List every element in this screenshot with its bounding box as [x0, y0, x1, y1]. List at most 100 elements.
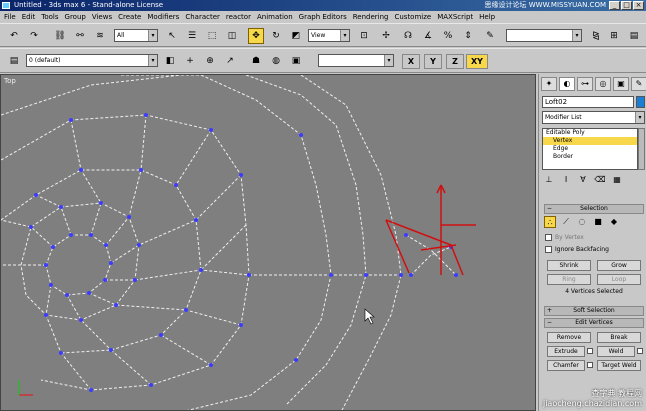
edit-vertices-rollout-header[interactable]: − Edit Vertices — [544, 318, 644, 328]
stack-item-editable-poly[interactable]: Editable Poly — [543, 129, 637, 137]
menu-customize[interactable]: Customize — [394, 11, 431, 23]
bind-space-warp-icon[interactable]: ≋ — [92, 28, 108, 44]
menu-edit[interactable]: Edit — [22, 11, 36, 23]
layer-manager-icon[interactable]: ▤ — [626, 28, 642, 44]
select-and-scale-icon[interactable]: ◩ — [288, 28, 304, 44]
edge-mode-icon[interactable]: ⟋ — [560, 216, 572, 228]
select-and-manipulate-icon[interactable]: ✢ — [378, 28, 394, 44]
motion-tab-icon[interactable]: ◎ — [595, 77, 611, 91]
reference-coordinate-dropdown[interactable]: View — [308, 29, 350, 42]
close-button[interactable]: × — [633, 1, 644, 10]
viewport-top[interactable]: Top — [0, 74, 536, 411]
spinner-snap-icon[interactable]: ⇕ — [460, 28, 476, 44]
select-in-layer-icon[interactable]: ↗ — [222, 53, 238, 69]
break-button[interactable]: Break — [597, 332, 641, 343]
selection-rollout-header[interactable]: − Selection — [544, 204, 644, 214]
undo-icon[interactable]: ↶ — [6, 28, 22, 44]
select-and-rotate-icon[interactable]: ↻ — [268, 28, 284, 44]
angle-snap-icon[interactable]: ∡ — [420, 28, 436, 44]
shrink-button[interactable]: Shrink — [547, 260, 591, 271]
mirror-icon[interactable]: ⧎ — [588, 28, 604, 44]
stack-scrollbar[interactable] — [638, 128, 645, 170]
extrude-button[interactable]: Extrude — [547, 346, 585, 357]
stack-item-border[interactable]: Border — [543, 153, 637, 161]
menu-character[interactable]: Character — [185, 11, 220, 23]
extrude-settings-button[interactable] — [587, 348, 593, 354]
axis-z-button[interactable]: Z — [446, 54, 464, 69]
hierarchy-tab-icon[interactable]: ⊶ — [577, 77, 593, 91]
configure-sets-icon[interactable]: ▦ — [611, 174, 623, 186]
menu-graph-editors[interactable]: Graph Editors — [299, 11, 347, 23]
named-selection-dropdown[interactable] — [506, 29, 582, 42]
menu-animation[interactable]: Animation — [257, 11, 293, 23]
pivot-center-icon[interactable]: ⊡ — [356, 28, 372, 44]
select-object-icon[interactable]: ↖ — [164, 28, 180, 44]
menu-group[interactable]: Group — [65, 11, 86, 23]
stack-item-edge[interactable]: Edge — [543, 145, 637, 153]
edit-named-selection-icon[interactable]: ✎ — [482, 28, 498, 44]
redo-icon[interactable]: ↷ — [26, 28, 42, 44]
display-tab-icon[interactable]: ▣ — [613, 77, 629, 91]
quick-render-icon[interactable]: ◍ — [268, 53, 284, 69]
pin-stack-icon[interactable]: ⊥ — [543, 174, 555, 186]
unlink-icon[interactable]: ⚯ — [72, 28, 88, 44]
border-mode-icon[interactable]: ◌ — [576, 216, 588, 228]
show-end-result-icon[interactable]: Ⅰ — [560, 174, 572, 186]
vertex-mode-icon[interactable]: ∴ — [544, 216, 556, 228]
stack-item-vertex[interactable]: Vertex — [543, 137, 637, 145]
menu-reactor[interactable]: reactor — [226, 11, 251, 23]
by-vertex-checkbox[interactable]: By Vertex — [545, 234, 584, 241]
object-color-swatch[interactable] — [636, 96, 645, 108]
select-and-move-icon[interactable]: ✥ — [248, 28, 264, 44]
loop-button[interactable]: Loop — [597, 274, 641, 285]
axis-xy-button[interactable]: XY — [466, 54, 488, 69]
select-by-name-icon[interactable]: ☰ — [184, 28, 200, 44]
grow-button[interactable]: Grow — [597, 260, 641, 271]
menu-rendering[interactable]: Rendering — [353, 11, 389, 23]
weld-button[interactable]: Weld — [597, 346, 635, 357]
link-icon[interactable]: ⛓ — [52, 28, 68, 44]
modifier-stack[interactable]: Editable Poly Vertex Edge Border — [542, 128, 638, 170]
add-to-layer-icon[interactable]: ⊕ — [202, 53, 218, 69]
snap-toggle-icon[interactable]: ☊ — [400, 28, 416, 44]
rectangular-selection-icon[interactable]: ⬚ — [204, 28, 220, 44]
menu-modifiers[interactable]: Modifiers — [147, 11, 179, 23]
target-weld-button[interactable]: Target Weld — [597, 360, 641, 371]
create-layer-icon[interactable]: + — [182, 53, 198, 69]
align-icon[interactable]: ⊞ — [606, 28, 622, 44]
minimize-button[interactable]: _ — [609, 1, 620, 10]
axis-x-button[interactable]: X — [402, 54, 420, 69]
make-unique-icon[interactable]: ∀ — [577, 174, 589, 186]
menu-file[interactable]: File — [4, 11, 16, 23]
remove-modifier-icon[interactable]: ⌫ — [594, 174, 606, 186]
window-crossing-icon[interactable]: ◫ — [224, 28, 240, 44]
layer-properties-icon[interactable]: ◧ — [162, 53, 178, 69]
viewport-label[interactable]: Top — [4, 77, 16, 85]
layer-icon[interactable]: ▤ — [6, 53, 22, 69]
axis-y-button[interactable]: Y — [424, 54, 442, 69]
maximize-button[interactable]: □ — [621, 1, 632, 10]
selection-set-dropdown[interactable] — [318, 54, 394, 67]
menu-tools[interactable]: Tools — [41, 11, 58, 23]
percent-snap-icon[interactable]: % — [440, 28, 456, 44]
modify-tab-icon[interactable]: ◐ — [559, 77, 575, 91]
chamfer-button[interactable]: Chamfer — [547, 360, 585, 371]
ignore-backfacing-checkbox[interactable]: Ignore Backfacing — [545, 246, 609, 253]
ring-button[interactable]: Ring — [547, 274, 591, 285]
remove-button[interactable]: Remove — [547, 332, 591, 343]
render-type-icon[interactable]: ▣ — [288, 53, 304, 69]
element-mode-icon[interactable]: ◆ — [608, 216, 620, 228]
menu-create[interactable]: Create — [118, 11, 141, 23]
render-scene-icon[interactable]: ☗ — [248, 53, 264, 69]
menu-views[interactable]: Views — [92, 11, 112, 23]
create-tab-icon[interactable]: ✦ — [541, 77, 557, 91]
chamfer-settings-button[interactable] — [587, 362, 593, 368]
modifier-list-dropdown[interactable]: Modifier List — [542, 111, 645, 124]
object-name-field[interactable]: Loft02 — [542, 96, 634, 108]
menu-maxscript[interactable]: MAXScript — [437, 11, 473, 23]
weld-settings-button[interactable] — [637, 348, 643, 354]
layer-dropdown[interactable]: 0 (default) — [26, 54, 158, 67]
selection-filter-dropdown[interactable]: All — [114, 29, 158, 42]
menu-help[interactable]: Help — [479, 11, 495, 23]
soft-selection-rollout-header[interactable]: + Soft Selection — [544, 306, 644, 316]
